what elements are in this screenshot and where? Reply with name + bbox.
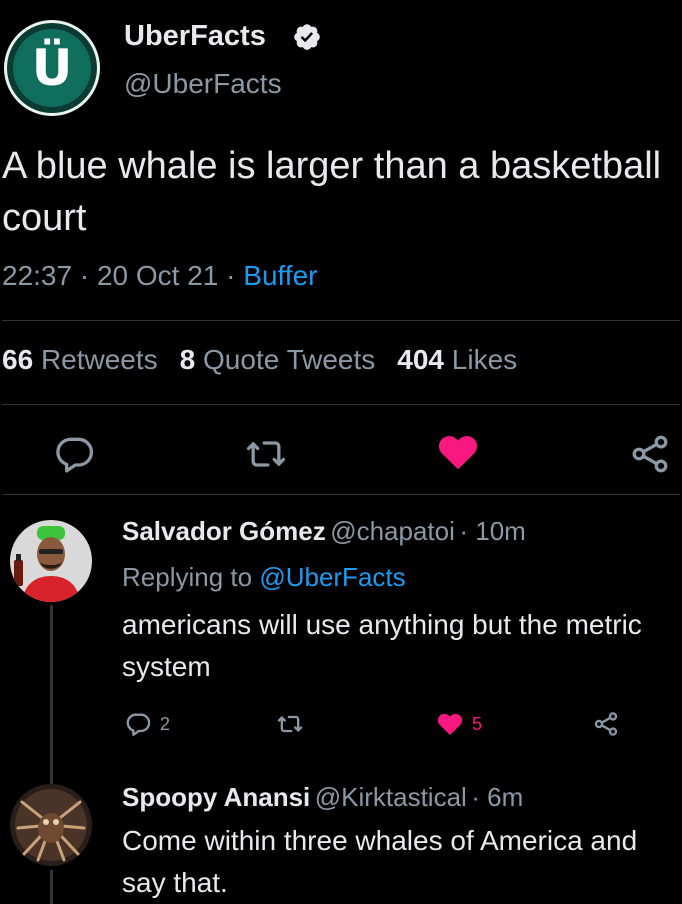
reply-header: Spoopy Anansi @Kirktastical · 6m [122, 782, 523, 813]
retweets-stat[interactable]: 66 Retweets [2, 344, 158, 375]
meta-separator: · [471, 782, 488, 812]
replying-to: Replying to @UberFacts [122, 562, 406, 592]
likes-stat[interactable]: 404 Likes [397, 344, 517, 375]
reply-like-button[interactable]: 5 [436, 710, 482, 738]
like-icon-filled[interactable] [436, 430, 480, 474]
reply-time[interactable]: 10m [475, 516, 526, 546]
reply-author-name[interactable]: Salvador Gómez [122, 516, 326, 546]
reply-retweet-button[interactable] [276, 710, 304, 738]
reply-author-handle[interactable]: @chapatoi [330, 516, 455, 546]
meta-separator: · [79, 260, 97, 291]
thread-line [50, 605, 53, 790]
meta-separator: · [226, 260, 244, 291]
author-handle[interactable]: @UberFacts [124, 68, 282, 100]
tweet-source[interactable]: Buffer [243, 260, 317, 291]
reply-author-handle[interactable]: @Kirktastical [315, 782, 467, 812]
spider-illustration-icon [10, 784, 92, 866]
share-icon[interactable] [628, 432, 672, 476]
like-icon-filled [437, 713, 463, 735]
divider [2, 494, 680, 495]
reply-text: Come within three whales of America and … [122, 825, 638, 898]
tweet-meta: 22:37 · 20 Oct 21 · Buffer [2, 260, 317, 292]
retweet-icon [277, 715, 303, 733]
quotes-stat[interactable]: 8 Quote Tweets [180, 344, 376, 375]
tweet-date[interactable]: 20 Oct 21 [97, 260, 218, 291]
reply-header: Salvador Gómez @chapatoi · 10m [122, 516, 526, 547]
author-avatar[interactable]: Ü [4, 20, 100, 116]
author-name[interactable]: UberFacts [124, 20, 266, 53]
tweet-text: A blue whale is larger than a basketball… [2, 145, 662, 239]
share-icon [594, 712, 618, 736]
replying-to-mention[interactable]: @UberFacts [259, 562, 405, 592]
person-photo-icon [10, 520, 92, 602]
reply-text: americans will use anything but the metr… [122, 609, 642, 682]
meta-separator: · [459, 516, 476, 546]
reply-icon [126, 713, 151, 736]
reply-avatar[interactable] [10, 784, 92, 866]
like-count: 5 [472, 713, 483, 734]
reply-avatar[interactable] [10, 520, 92, 602]
divider [2, 320, 680, 321]
tweet-stats: 66 Retweets 8 Quote Tweets 404 Likes [2, 344, 517, 376]
thread-line [50, 870, 53, 904]
retweet-icon[interactable] [244, 432, 288, 476]
uberfacts-logo: Ü [13, 29, 91, 107]
reply-icon[interactable] [52, 432, 96, 476]
reply-count: 2 [160, 713, 171, 734]
divider [2, 404, 680, 405]
verified-badge-icon [292, 22, 322, 52]
tweet-time[interactable]: 22:37 [2, 260, 72, 291]
reply-author-name[interactable]: Spoopy Anansi [122, 782, 310, 812]
reply-reply-button[interactable]: 2 [124, 710, 170, 738]
reply-share-button[interactable] [592, 710, 620, 738]
reply-time[interactable]: 6m [487, 782, 523, 812]
